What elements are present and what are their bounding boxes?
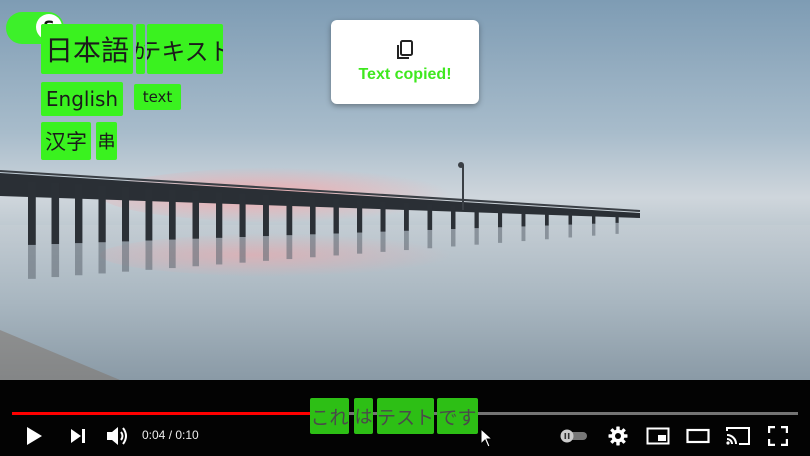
- duration: 0:10: [175, 428, 199, 442]
- fullscreen-button[interactable]: [766, 422, 790, 450]
- fullscreen-icon: [768, 426, 788, 446]
- subtitle-word[interactable]: です: [437, 398, 478, 434]
- play-button[interactable]: [22, 422, 46, 450]
- next-button[interactable]: [66, 422, 90, 450]
- subtitle-word[interactable]: は: [354, 398, 373, 434]
- overlay-word[interactable]: English: [41, 82, 123, 116]
- overlay-word[interactable]: 串: [96, 122, 117, 160]
- mute-button[interactable]: [104, 422, 130, 450]
- overlay-word[interactable]: が: [136, 24, 145, 74]
- current-time: 0:04: [142, 428, 166, 442]
- theater-mode-button[interactable]: [685, 422, 711, 450]
- theater-mode-icon: [686, 428, 710, 444]
- subtitle-word[interactable]: これ: [310, 398, 349, 434]
- copy-icon: [397, 40, 413, 59]
- miniplayer-button[interactable]: [645, 422, 671, 450]
- progress-played: [12, 412, 327, 415]
- overlay-word[interactable]: text: [134, 84, 181, 110]
- toast-message: Text copied!: [358, 66, 452, 83]
- cast-icon: [726, 427, 750, 445]
- time-display: 0:04 / 0:10: [142, 428, 199, 442]
- play-icon: [27, 427, 42, 445]
- autoplay-toggle[interactable]: [558, 422, 588, 450]
- overlay-word[interactable]: 汉字: [41, 122, 91, 160]
- copy-toast: Text copied!: [331, 20, 479, 104]
- miniplayer-icon: [646, 427, 670, 445]
- next-icon: [71, 429, 85, 443]
- subtitle-word[interactable]: テスト: [377, 398, 434, 434]
- overlay-word[interactable]: 日本語: [41, 24, 133, 74]
- video-player[interactable]: S 日本語 が テキスト English text 汉字 串 Text copi…: [0, 0, 810, 456]
- mouse-cursor-icon: [480, 428, 494, 448]
- overlay-word[interactable]: テキスト: [147, 24, 223, 74]
- volume-icon: [107, 427, 127, 445]
- settings-button[interactable]: [606, 422, 630, 450]
- cast-button[interactable]: [724, 422, 752, 450]
- settings-gear-icon: [608, 426, 628, 446]
- autoplay-toggle-icon: [560, 429, 587, 443]
- time-separator: /: [165, 428, 176, 442]
